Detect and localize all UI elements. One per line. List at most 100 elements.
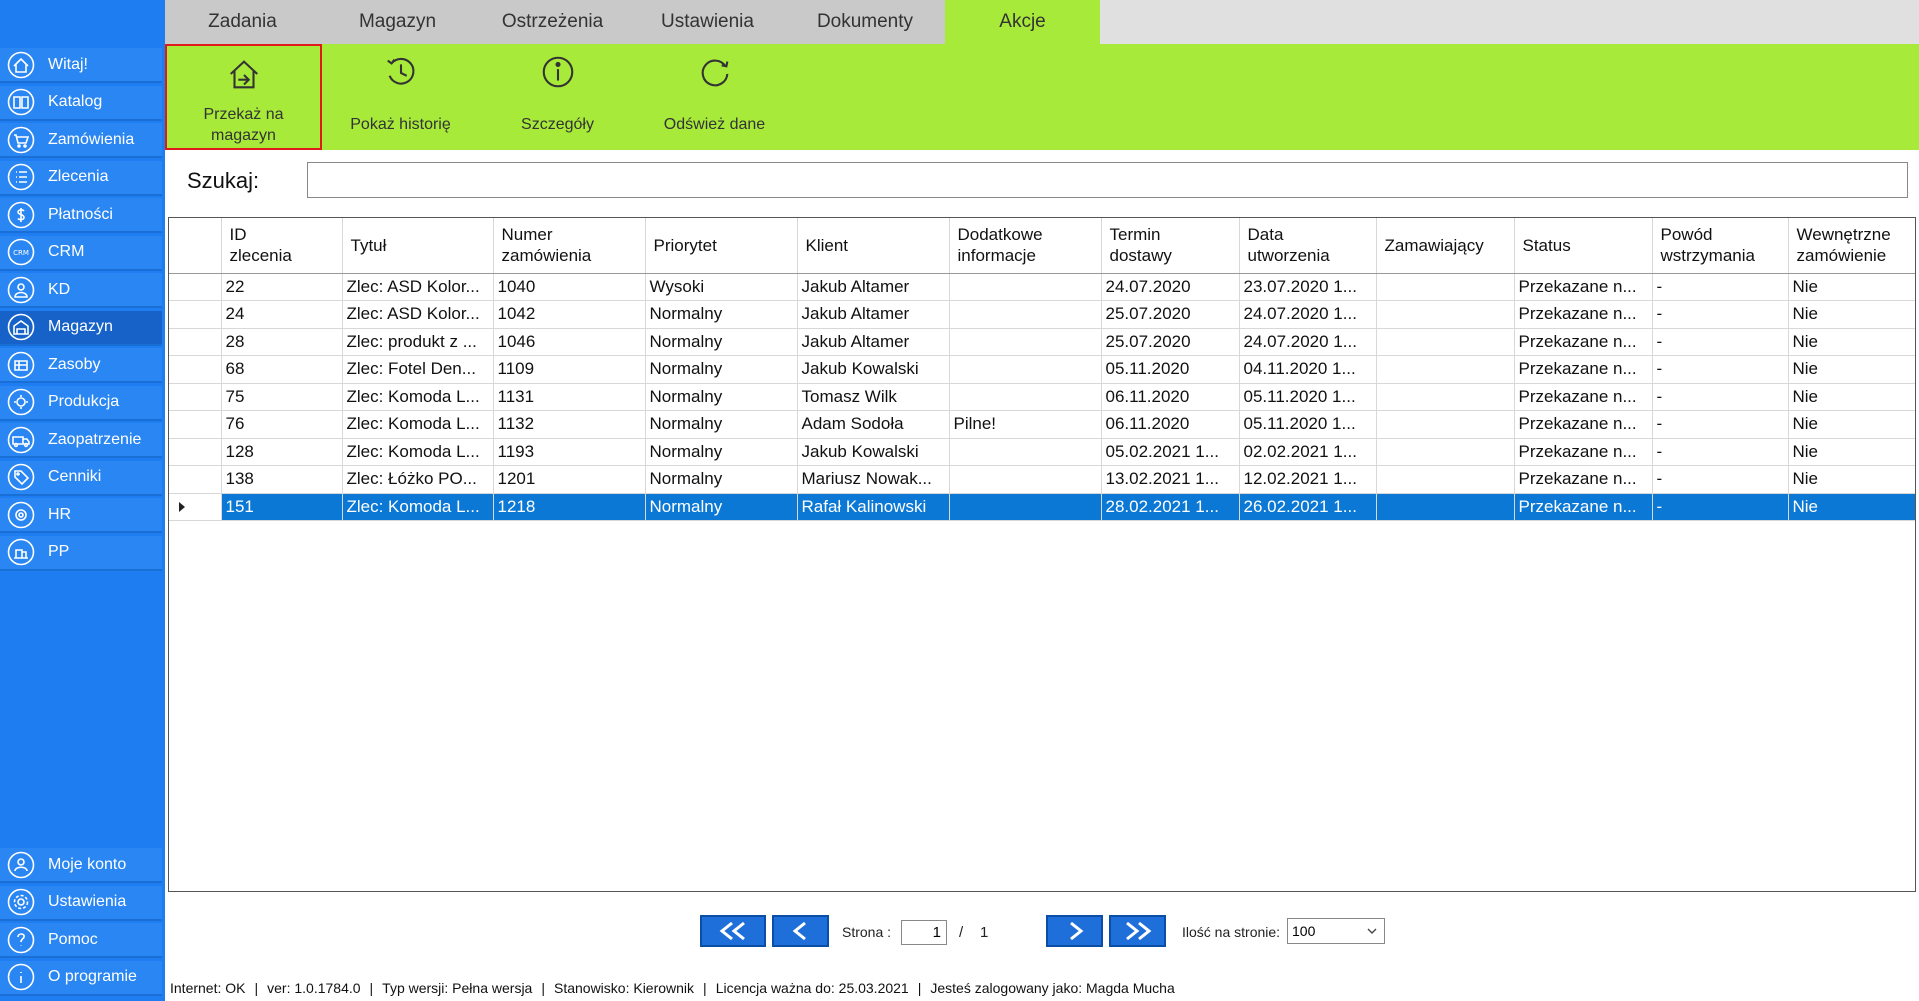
table-cell[interactable]: 1193 bbox=[493, 438, 646, 466]
table-cell[interactable]: Przekazane n... bbox=[1514, 438, 1653, 466]
table-cell[interactable]: Nie bbox=[1788, 438, 1915, 466]
row-header[interactable] bbox=[169, 328, 222, 356]
tab-magazyn[interactable]: Magazyn bbox=[320, 0, 475, 44]
table-cell[interactable]: 05.11.2020 1... bbox=[1239, 383, 1377, 411]
table-cell[interactable]: Normalny bbox=[645, 383, 798, 411]
table-row[interactable]: 24 Zlec: ASD Kolor... 1042 Normalny Jakub Al… bbox=[169, 300, 1915, 329]
details-button[interactable]: Szczegóły bbox=[479, 44, 636, 150]
table-cell[interactable]: Nie bbox=[1788, 328, 1915, 356]
table-cell[interactable]: Zlec: Łóżko PO... bbox=[342, 465, 494, 494]
column-header[interactable]: Klient bbox=[797, 218, 950, 274]
transfer-to-warehouse-button[interactable]: Przekaż na magazyn bbox=[165, 44, 322, 150]
table-row[interactable]: 28 Zlec: produkt z ... 1046 Normalny Jakub A… bbox=[169, 328, 1915, 356]
column-header[interactable]: Powód wstrzymania bbox=[1652, 218, 1789, 274]
table-cell[interactable]: 02.02.2021 1... bbox=[1239, 438, 1377, 466]
table-cell[interactable]: Nie bbox=[1788, 493, 1915, 521]
table-cell[interactable]: 1218 bbox=[493, 493, 646, 521]
table-cell[interactable]: 26.02.2021 1... bbox=[1239, 493, 1377, 521]
table-cell[interactable]: Normalny bbox=[645, 410, 798, 439]
table-cell[interactable]: Przekazane n... bbox=[1514, 355, 1653, 384]
row-header[interactable] bbox=[169, 273, 222, 301]
table-cell[interactable]: Przekazane n... bbox=[1514, 300, 1653, 329]
table-cell[interactable]: - bbox=[1652, 493, 1789, 521]
table-cell[interactable]: - bbox=[1652, 465, 1789, 494]
sidebar-item-magazyn[interactable]: Magazyn bbox=[0, 310, 162, 346]
table-cell[interactable] bbox=[949, 355, 1102, 384]
table-cell[interactable]: Mariusz Nowak... bbox=[797, 465, 950, 494]
table-cell[interactable]: - bbox=[1652, 383, 1789, 411]
row-header[interactable] bbox=[169, 355, 222, 384]
table-cell[interactable]: 05.11.2020 1... bbox=[1239, 410, 1377, 439]
tab-akcje[interactable]: Akcje bbox=[945, 0, 1100, 44]
table-cell[interactable] bbox=[1376, 273, 1515, 301]
table-row[interactable]: 128 Zlec: Komoda L... 1193 Normalny Jakub Ko… bbox=[169, 438, 1915, 466]
column-header[interactable]: Data utworzenia bbox=[1239, 218, 1377, 274]
table-cell[interactable]: Jakub Altamer bbox=[797, 328, 950, 356]
table-cell[interactable] bbox=[949, 273, 1102, 301]
column-header[interactable]: Dodatkowe informacje bbox=[949, 218, 1102, 274]
table-row[interactable]: 138 Zlec: Łóżko PO... 1201 Normalny Mariusz … bbox=[169, 465, 1915, 494]
table-cell[interactable] bbox=[1376, 465, 1515, 494]
table-cell[interactable]: Adam Sodoła bbox=[797, 410, 950, 439]
tab-zadania[interactable]: Zadania bbox=[165, 0, 320, 44]
table-row[interactable]: 68 Zlec: Fotel Den... 1109 Normalny Jakub Ko… bbox=[169, 355, 1915, 384]
refresh-button[interactable]: Odśwież dane bbox=[636, 44, 793, 150]
table-cell[interactable]: 28 bbox=[221, 328, 343, 356]
table-cell[interactable]: Rafał Kalinowski bbox=[797, 493, 950, 521]
row-header[interactable] bbox=[169, 300, 222, 329]
table-cell[interactable]: Zlec: produkt z ... bbox=[342, 328, 494, 356]
table-cell[interactable]: 12.02.2021 1... bbox=[1239, 465, 1377, 494]
table-cell[interactable]: Przekazane n... bbox=[1514, 383, 1653, 411]
sidebar-item-witaj[interactable]: Witaj! bbox=[0, 48, 162, 83]
table-cell[interactable]: 1040 bbox=[493, 273, 646, 301]
table-cell[interactable]: Nie bbox=[1788, 300, 1915, 329]
table-cell[interactable]: Pilne! bbox=[949, 410, 1102, 439]
column-header[interactable]: ID zlecenia bbox=[221, 218, 343, 274]
table-row[interactable]: 76 Zlec: Komoda L... 1132 Normalny Adam Sodo… bbox=[169, 410, 1915, 439]
table-cell[interactable]: Nie bbox=[1788, 383, 1915, 411]
table-cell[interactable]: Przekazane n... bbox=[1514, 328, 1653, 356]
table-cell[interactable]: 25.07.2020 bbox=[1101, 300, 1240, 329]
row-header[interactable] bbox=[169, 438, 222, 466]
table-cell[interactable]: 151 bbox=[221, 493, 343, 521]
table-cell[interactable]: Zlec: Komoda L... bbox=[342, 383, 494, 411]
table-cell[interactable]: 04.11.2020 1... bbox=[1239, 355, 1377, 384]
table-cell[interactable]: Tomasz Wilk bbox=[797, 383, 950, 411]
table-cell[interactable]: Jakub Kowalski bbox=[797, 355, 950, 384]
table-cell[interactable]: Wysoki bbox=[645, 273, 798, 301]
sidebar-item-hr[interactable]: HR bbox=[0, 498, 162, 533]
table-cell[interactable] bbox=[949, 438, 1102, 466]
table-cell[interactable]: Normalny bbox=[645, 300, 798, 329]
table-cell[interactable]: Zlec: Komoda L... bbox=[342, 410, 494, 439]
search-input[interactable] bbox=[307, 162, 1908, 198]
table-cell[interactable] bbox=[949, 328, 1102, 356]
sidebar-item-zasoby[interactable]: Zasoby bbox=[0, 348, 162, 383]
next-page-button[interactable] bbox=[1046, 915, 1103, 947]
previous-page-button[interactable] bbox=[772, 915, 829, 947]
table-cell[interactable]: Nie bbox=[1788, 355, 1915, 384]
table-cell[interactable]: Przekazane n... bbox=[1514, 273, 1653, 301]
sidebar-item-katalog[interactable]: Katalog bbox=[0, 85, 162, 121]
sidebar-item-produkcja[interactable]: Produkcja bbox=[0, 385, 162, 421]
table-cell[interactable]: - bbox=[1652, 438, 1789, 466]
sidebar-item-o-programie[interactable]: O programie bbox=[0, 960, 162, 996]
table-cell[interactable]: 24.07.2020 1... bbox=[1239, 300, 1377, 329]
table-cell[interactable]: 76 bbox=[221, 410, 343, 439]
column-header[interactable]: Numer zamówienia bbox=[493, 218, 646, 274]
table-cell[interactable]: 06.11.2020 bbox=[1101, 410, 1240, 439]
table-cell[interactable]: Normalny bbox=[645, 465, 798, 494]
sidebar-item-ustawienia[interactable]: Ustawienia bbox=[0, 885, 162, 921]
table-cell[interactable]: 75 bbox=[221, 383, 343, 411]
column-header[interactable]: Status bbox=[1514, 218, 1653, 274]
table-cell[interactable]: Normalny bbox=[645, 328, 798, 356]
row-header[interactable] bbox=[169, 493, 222, 521]
table-cell[interactable]: Zlec: Fotel Den... bbox=[342, 355, 494, 384]
table-cell[interactable]: Nie bbox=[1788, 273, 1915, 301]
sidebar-item-kd[interactable]: KD bbox=[0, 273, 162, 308]
table-cell[interactable]: 28.02.2021 1... bbox=[1101, 493, 1240, 521]
per-page-select[interactable]: 100 bbox=[1287, 918, 1385, 944]
column-header[interactable]: Tytuł bbox=[342, 218, 494, 274]
table-cell[interactable]: 06.11.2020 bbox=[1101, 383, 1240, 411]
sidebar-item-zamówienia[interactable]: Zamówienia bbox=[0, 123, 162, 158]
table-cell[interactable]: - bbox=[1652, 410, 1789, 439]
